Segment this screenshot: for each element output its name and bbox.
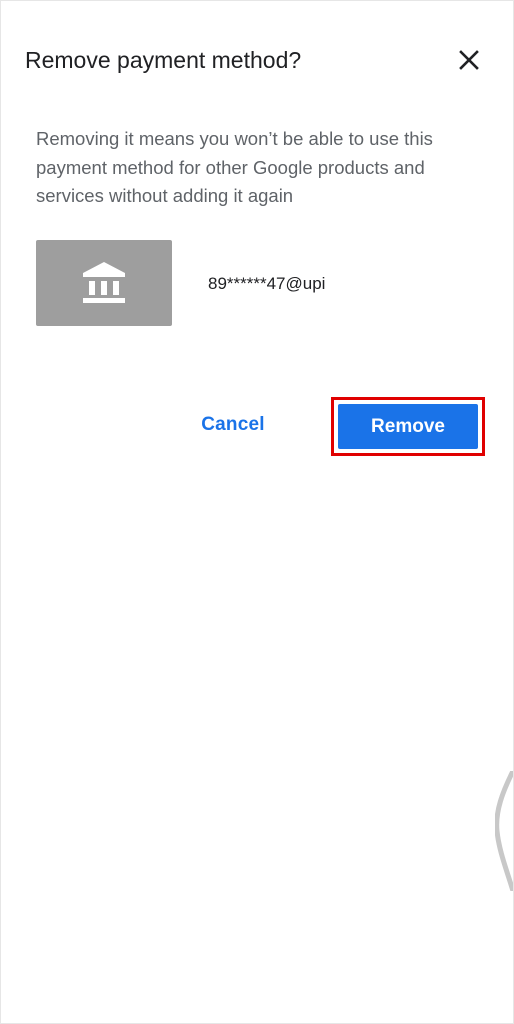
cancel-button[interactable]: Cancel	[183, 403, 283, 447]
payment-method-label: 89******47@upi	[208, 274, 326, 293]
payment-method-row: 89******47@upi	[36, 240, 486, 326]
dialog-title: Remove payment method?	[25, 47, 302, 73]
remove-button[interactable]: Remove	[338, 404, 478, 449]
bank-tile	[36, 240, 172, 326]
close-button[interactable]	[455, 46, 483, 74]
close-icon	[459, 50, 479, 70]
edge-shadow	[495, 771, 513, 891]
dialog-actions: Cancel Remove	[1, 397, 514, 456]
dialog-description: Removing it means you won’t be able to u…	[36, 128, 433, 206]
dialog-header: Remove payment method?	[25, 45, 491, 75]
remove-payment-dialog: Remove payment method? Removing it means…	[0, 0, 514, 1024]
remove-button-highlight: Remove	[331, 397, 485, 456]
bank-icon	[83, 262, 125, 303]
